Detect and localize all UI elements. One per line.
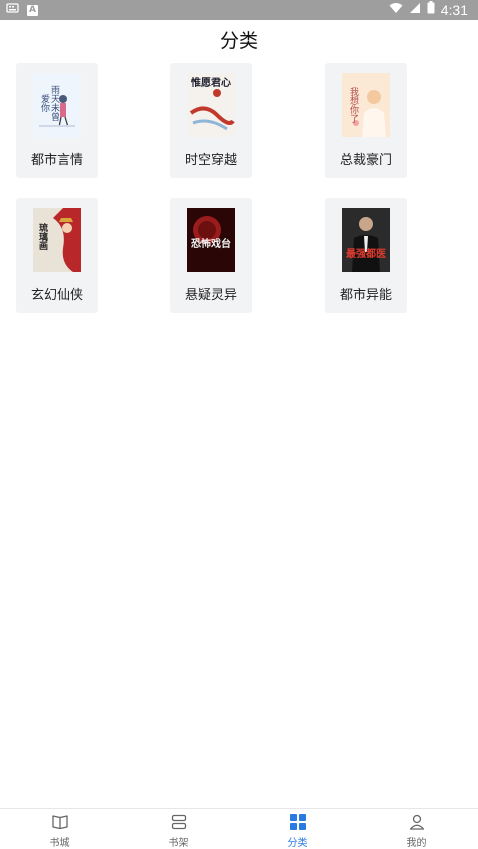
bookshelf-icon [171,814,186,830]
book-open-icon [51,815,68,830]
book-cover: 最强都医 [342,208,390,272]
battery-icon [427,1,435,18]
keyboard-icon [6,2,19,18]
book-cover: 惟愿君心 [187,73,235,137]
category-card-time-travel[interactable]: 惟愿君心 时空穿越 [170,63,252,178]
page-title: 分类 [219,30,258,52]
tab-profile[interactable]: 我的 [357,809,476,849]
category-card-suspense-supernatural[interactable]: 恐怖戏台 悬疑灵异 [170,198,252,313]
wifi-icon [389,2,403,18]
cover-title: 我想你了 [348,87,358,123]
signal-icon [409,2,421,18]
tab-label: 我的 [406,838,427,849]
cover-title: 琉璃画 [37,222,47,250]
book-cover: 我想你了 [342,73,390,137]
cover-title: 惟愿君心 [191,78,231,89]
book-cover: 恐怖戏台 [187,208,235,272]
tab-bookshelf[interactable]: 书架 [119,809,238,849]
category-card-ceo-wealthy[interactable]: 我想你了 总裁豪门 [325,63,407,178]
tab-categories[interactable]: 分类 [238,809,357,849]
category-label: 都市异能 [339,288,392,303]
book-cover: 琉璃画 [33,208,81,272]
bottom-tab-bar: 书城 书架 分类 我的 [0,808,478,849]
category-label: 玄幻仙侠 [30,288,83,303]
tab-label: 书城 [49,838,70,849]
category-label: 都市言情 [30,153,83,168]
category-card-fantasy-xianxia[interactable]: 琉璃画 玄幻仙侠 [16,198,98,313]
user-icon [409,814,424,830]
clock-time: 4:31 [440,1,468,18]
tab-bookstore[interactable]: 书城 [0,809,119,849]
tab-label: 分类 [287,838,308,849]
status-bar: A 4:31 [0,0,478,20]
category-card-urban-superpower[interactable]: 最强都医 都市异能 [325,198,407,313]
book-cover: 雨天未曾爱你 [33,73,81,137]
cover-title: 恐怖戏台 [191,239,231,250]
grid-icon [289,814,306,830]
category-label: 总裁豪门 [339,153,392,168]
tab-label: 书架 [168,838,189,849]
notification-badge: A [27,4,38,16]
cover-title: 最强都医 [346,249,386,260]
category-label: 悬疑灵异 [184,288,237,303]
cover-title: 雨天未曾爱你 [39,85,59,121]
category-label: 时空穿越 [184,153,237,168]
category-card-city-romance[interactable]: 雨天未曾爱你 都市言情 [16,63,98,178]
